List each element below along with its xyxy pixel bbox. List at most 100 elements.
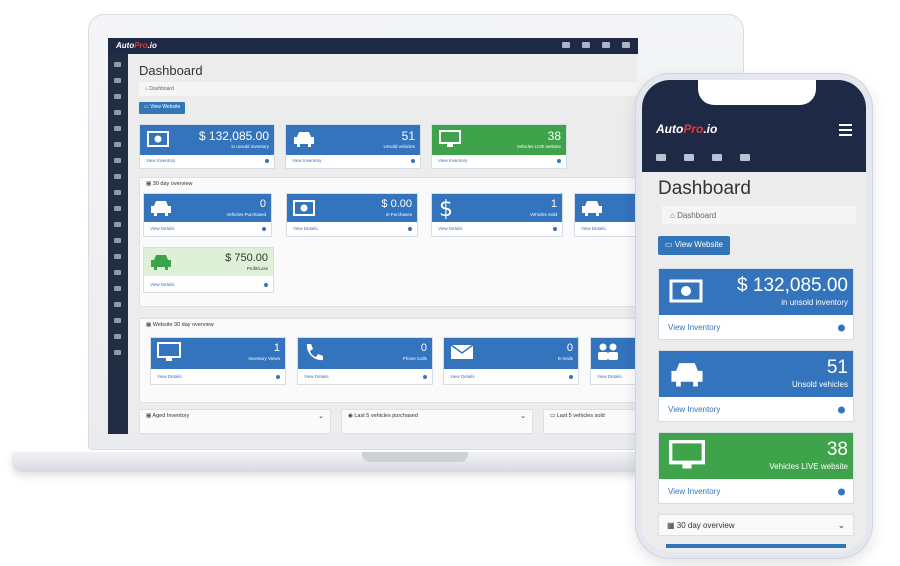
view-inventory-link[interactable]: View Inventory bbox=[432, 154, 566, 168]
car-icon bbox=[582, 201, 602, 216]
arrow-circle-icon bbox=[276, 375, 280, 379]
users-icon bbox=[598, 343, 618, 360]
money-icon bbox=[669, 279, 703, 303]
calendar-icon: ▦ bbox=[146, 181, 153, 187]
sidebar-rocket-icon[interactable] bbox=[114, 350, 121, 355]
sidebar bbox=[108, 54, 128, 434]
view-details-link[interactable]: View Details bbox=[144, 278, 273, 292]
view-inventory-link[interactable]: View Inventory bbox=[659, 399, 853, 421]
laptop-base bbox=[12, 452, 682, 472]
sidebar-money-icon[interactable] bbox=[114, 126, 121, 131]
sidebar-wrench-icon[interactable] bbox=[114, 334, 121, 339]
device-mockup-stage: AutoPro.io Dashboard ⌂ Dashboard ▭ View … bbox=[0, 0, 900, 566]
arrow-circle-icon bbox=[569, 375, 573, 379]
arrow-circle-icon bbox=[411, 159, 415, 163]
brand-logo[interactable]: AutoPro.io bbox=[116, 41, 157, 50]
bell-icon[interactable] bbox=[602, 42, 610, 48]
overview-card-sold: $ 1 Vehicles Sold View Details bbox=[431, 193, 563, 237]
view-details-link[interactable]: View Details bbox=[144, 222, 271, 236]
laptop-screen: AutoPro.io Dashboard ⌂ Dashboard ▭ View … bbox=[108, 38, 638, 434]
brand-logo[interactable]: AutoPro.io bbox=[656, 122, 717, 136]
view-details-link[interactable]: View Details bbox=[151, 370, 285, 384]
overview-panel-header[interactable]: ▦ 30 day overview ⌄ bbox=[658, 514, 854, 536]
overview-card-partial: View Details bbox=[574, 193, 638, 237]
sidebar-dollar-icon[interactable] bbox=[114, 142, 121, 147]
phone-icon bbox=[306, 344, 323, 361]
arrow-circle-icon bbox=[262, 227, 266, 231]
chevron-down-icon[interactable]: ⌄ bbox=[837, 520, 845, 531]
monitor-icon[interactable] bbox=[562, 42, 570, 48]
svg-text:$: $ bbox=[439, 197, 452, 219]
sidebar-thumbs-icon[interactable] bbox=[114, 270, 121, 275]
view-website-button[interactable]: ▭ View Website bbox=[658, 236, 730, 255]
view-inventory-link[interactable]: View Inventory bbox=[286, 154, 420, 168]
chevron-down-icon[interactable]: ⌄ bbox=[520, 412, 526, 420]
top-navbar: AutoPro.io bbox=[108, 38, 638, 54]
stat-card-live-vehicles: 38 Vehicles LIVE website View Inventory bbox=[431, 124, 567, 169]
aged-inventory-panel[interactable]: ▦ Aged Inventory ⌄ bbox=[139, 409, 331, 434]
last-sold-panel[interactable]: ▭ Last 5 vehicles sold bbox=[543, 409, 638, 434]
sidebar-users-icon[interactable] bbox=[114, 78, 121, 83]
envelope-icon bbox=[450, 344, 474, 359]
money-icon: ▭ bbox=[550, 413, 557, 419]
stat-card-live-vehicles: 38 Vehicles LIVE website View Inventory bbox=[658, 432, 854, 504]
sidebar-money3-icon[interactable] bbox=[114, 206, 121, 211]
monitor-icon[interactable] bbox=[656, 154, 666, 161]
view-details-link[interactable]: View Details bbox=[298, 370, 432, 384]
breadcrumb: ⌂ Dashboard bbox=[662, 206, 856, 224]
sidebar-dashboard-icon[interactable] bbox=[114, 62, 121, 67]
comments-icon[interactable] bbox=[582, 42, 590, 48]
view-details-link[interactable]: View Details bbox=[591, 370, 637, 384]
overview-card-top-strip bbox=[666, 544, 846, 548]
user-icon[interactable] bbox=[622, 42, 630, 48]
arrow-circle-icon bbox=[557, 159, 561, 163]
monitor-icon bbox=[669, 440, 705, 469]
sidebar-calendar-icon[interactable] bbox=[114, 174, 121, 179]
view-inventory-link[interactable]: View Inventory bbox=[659, 317, 853, 339]
dollar-icon: $ bbox=[439, 197, 452, 219]
hamburger-menu-icon[interactable] bbox=[839, 124, 852, 139]
view-details-link[interactable]: View Details bbox=[287, 222, 417, 236]
view-details-link[interactable]: View Details bbox=[432, 222, 562, 236]
laptop-notch bbox=[362, 452, 468, 462]
laptop-main-content: Dashboard ⌂ Dashboard ▭ View Website $ 1… bbox=[128, 54, 638, 434]
arrow-circle-icon bbox=[265, 159, 269, 163]
sidebar-list-icon[interactable] bbox=[114, 302, 121, 307]
chevron-down-icon[interactable]: ⌄ bbox=[318, 412, 324, 420]
last-purchased-panel[interactable]: ◉ Last 5 vehicles purchased ⌄ bbox=[341, 409, 533, 434]
sidebar-money2-icon[interactable] bbox=[114, 190, 121, 195]
car-icon bbox=[151, 255, 171, 270]
monitor-icon bbox=[157, 342, 181, 361]
view-details-link[interactable]: View Details bbox=[444, 370, 578, 384]
bell-icon[interactable] bbox=[712, 154, 722, 161]
website-card-inventory-views: 1 Inventory Views View Details bbox=[150, 337, 286, 385]
comments-icon[interactable] bbox=[684, 154, 694, 161]
phone-navbar: AutoPro.io bbox=[642, 80, 866, 172]
breadcrumb: ⌂ Dashboard bbox=[139, 82, 638, 96]
sidebar-car-icon[interactable] bbox=[114, 110, 121, 115]
sidebar-bank-icon[interactable] bbox=[114, 222, 121, 227]
sidebar-bank2-icon[interactable] bbox=[114, 238, 121, 243]
website-card-emails: 0 E-mails View Details bbox=[443, 337, 579, 385]
sidebar-chart-icon[interactable] bbox=[114, 286, 121, 291]
sidebar-money4-icon[interactable] bbox=[114, 254, 121, 259]
page-title: Dashboard bbox=[139, 63, 203, 78]
view-inventory-link[interactable]: View Inventory bbox=[659, 481, 853, 503]
money-icon bbox=[293, 200, 315, 216]
sidebar-users2-icon[interactable] bbox=[114, 158, 121, 163]
navbar-icons bbox=[562, 42, 630, 48]
view-inventory-link[interactable]: View Inventory bbox=[140, 154, 274, 168]
arrow-circle-icon bbox=[838, 324, 845, 332]
arrow-circle-icon bbox=[838, 406, 845, 414]
phone-navbar-icons bbox=[656, 154, 750, 161]
calendar-icon: ▦ bbox=[146, 322, 153, 328]
arrow-circle-icon bbox=[423, 375, 427, 379]
calendar-icon: ▦ bbox=[667, 521, 677, 530]
sidebar-team-icon[interactable] bbox=[114, 94, 121, 99]
car-icon bbox=[294, 132, 314, 147]
view-website-button[interactable]: ▭ View Website bbox=[139, 102, 186, 114]
view-details-link[interactable]: View Details bbox=[575, 222, 637, 236]
sidebar-gear-icon[interactable] bbox=[114, 318, 121, 323]
user-icon[interactable] bbox=[740, 154, 750, 161]
arrow-circle-icon bbox=[264, 283, 268, 287]
